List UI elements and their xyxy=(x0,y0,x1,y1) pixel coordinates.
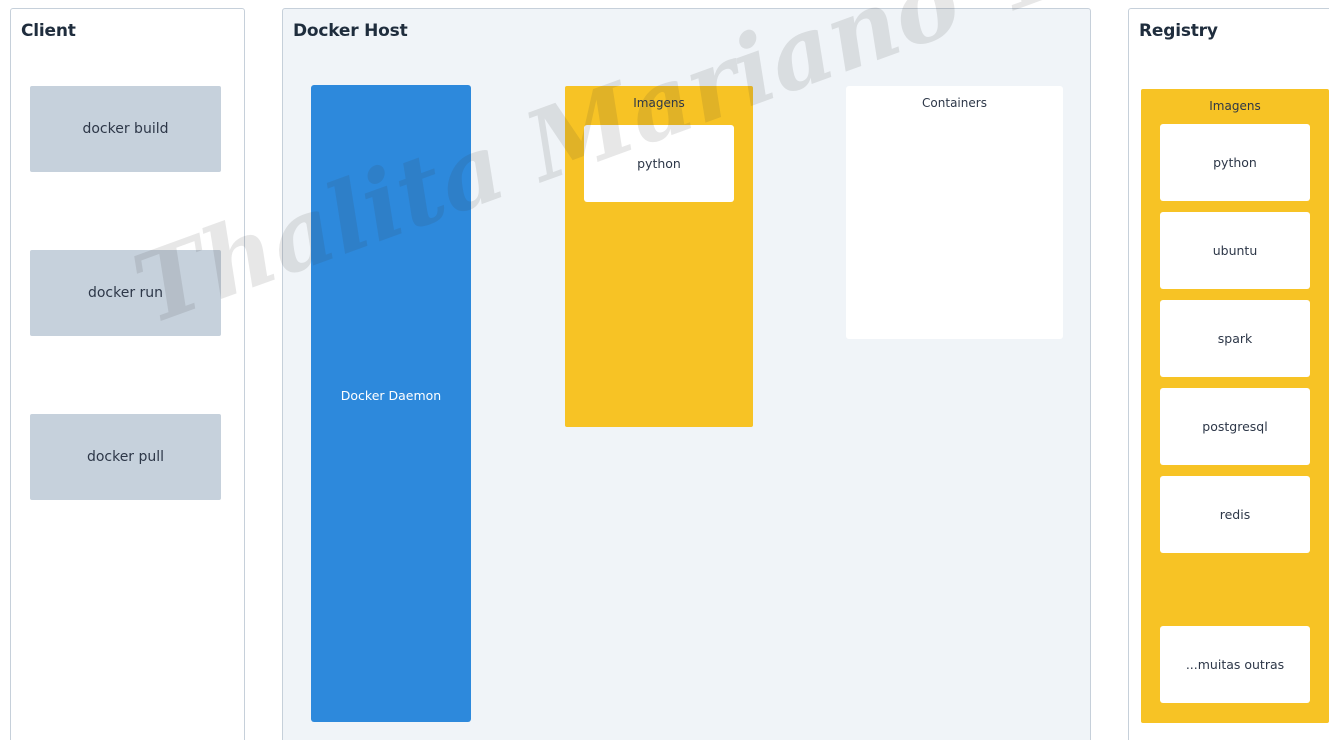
registry-image-python: python xyxy=(1160,124,1310,201)
docker-pull-command: docker pull xyxy=(30,414,221,500)
registry-image-postgresql: postgresql xyxy=(1160,388,1310,465)
docker-host-title: Docker Host xyxy=(293,21,408,41)
client-panel: Client docker build docker run docker pu… xyxy=(10,8,245,740)
host-image-python: python xyxy=(584,125,734,202)
containers-title: Containers xyxy=(922,96,987,110)
docker-run-command: docker run xyxy=(30,250,221,336)
registry-image-spark: spark xyxy=(1160,300,1310,377)
registry-title: Registry xyxy=(1139,21,1218,41)
registry-images-box: Imagens python ubuntu spark postgresql r… xyxy=(1141,89,1329,723)
registry-image-ubuntu: ubuntu xyxy=(1160,212,1310,289)
diagram-canvas: Client docker build docker run docker pu… xyxy=(0,0,1329,740)
docker-host-panel: Docker Host Docker Daemon Imagens python… xyxy=(282,8,1091,740)
registry-panel: Registry Imagens python ubuntu spark pos… xyxy=(1128,8,1329,740)
host-images-title: Imagens xyxy=(633,96,685,110)
docker-daemon: Docker Daemon xyxy=(311,85,471,722)
client-title: Client xyxy=(21,21,76,41)
registry-image-redis: redis xyxy=(1160,476,1310,553)
registry-image-many-others: ...muitas outras xyxy=(1160,626,1310,703)
docker-build-command: docker build xyxy=(30,86,221,172)
docker-daemon-label: Docker Daemon xyxy=(340,388,442,403)
registry-images-title: Imagens xyxy=(1209,99,1261,113)
host-images-box: Imagens python xyxy=(565,86,753,427)
containers-box: Containers xyxy=(846,86,1063,339)
